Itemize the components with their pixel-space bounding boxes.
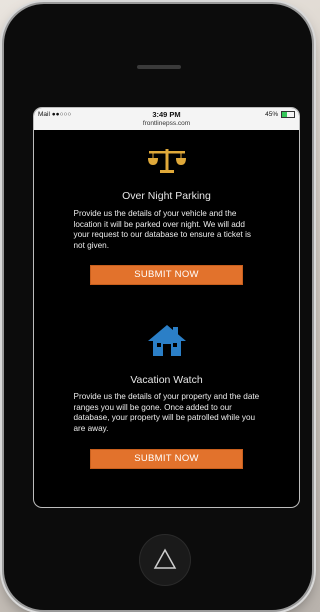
house-icon [147, 325, 186, 356]
submit-now-button[interactable]: SUBMIT NOW [90, 449, 243, 469]
submit-now-button[interactable]: SUBMIT NOW [90, 265, 243, 285]
section-description: Provide us the details of your vehicle a… [73, 209, 252, 250]
scales-icon [147, 149, 186, 173]
url-bar[interactable]: frontlinepss.com [34, 120, 299, 127]
section-title: Over Night Parking [122, 190, 211, 202]
battery-indicator: 45% [265, 111, 295, 118]
section-overnight-parking: Over Night Parking Provide us the detail… [34, 146, 299, 285]
phone-screen: Mail ●●○○○ 3:49 PM frontlinepss.com 45% [34, 108, 299, 507]
phone-speaker [137, 65, 181, 69]
battery-icon [281, 111, 295, 118]
triangle-icon [153, 548, 177, 569]
page-content: Over Night Parking Provide us the detail… [34, 146, 299, 469]
battery-label: 45% [265, 111, 279, 119]
phone-frame: Mail ●●○○○ 3:49 PM frontlinepss.com 45% [4, 4, 312, 610]
section-description: Provide us the details of your property … [73, 392, 260, 433]
home-button[interactable] [139, 534, 191, 586]
status-bar: Mail ●●○○○ 3:49 PM frontlinepss.com 45% [34, 108, 299, 130]
section-vacation-watch: Vacation Watch Provide us the details of… [34, 323, 299, 469]
clock: 3:49 PM [152, 110, 181, 119]
section-title: Vacation Watch [130, 374, 203, 386]
